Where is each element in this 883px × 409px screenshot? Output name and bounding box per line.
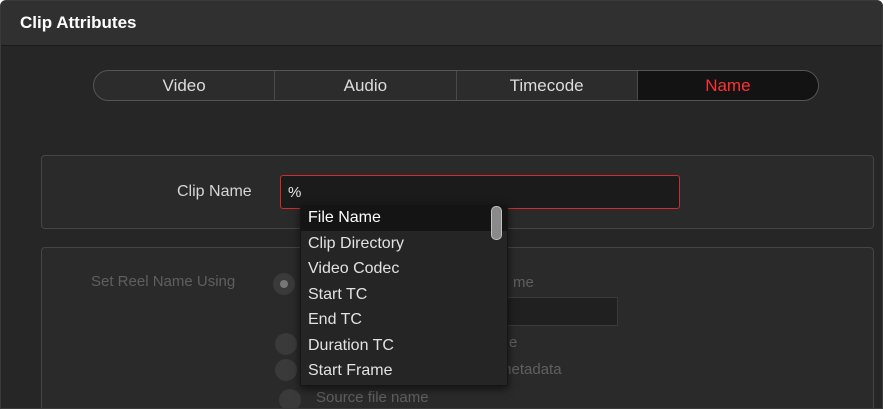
reel-option-fragment: me <box>513 274 534 291</box>
radio-dot <box>280 280 288 288</box>
dropdown-scrollbar[interactable] <box>491 206 502 240</box>
tab-name[interactable]: Name <box>637 71 818 100</box>
tab-video[interactable]: Video <box>94 71 276 100</box>
dropdown-item-duration-tc[interactable]: Duration TC <box>301 333 507 359</box>
dropdown-item-clip-directory[interactable]: Clip Directory <box>301 231 507 257</box>
clip-name-label: Clip Name <box>177 183 252 200</box>
reel-radio-2[interactable] <box>275 333 297 355</box>
reel-name-label: Set Reel Name Using <box>91 273 236 290</box>
dropdown-item-start-tc[interactable]: Start TC <box>301 282 507 308</box>
tab-bar: Video Audio Timecode Name <box>93 70 819 101</box>
dropdown-item-video-codec[interactable]: Video Codec <box>301 256 507 282</box>
reel-radio-source-file[interactable] <box>279 389 301 408</box>
dropdown-item-file-name[interactable]: File Name <box>301 205 507 231</box>
reel-option-fragment-3: metadata <box>499 361 562 378</box>
reel-option-fragment-2: e <box>509 334 518 351</box>
dropdown-item-end-tc[interactable]: End TC <box>301 307 507 333</box>
dialog-title: Clip Attributes <box>20 13 137 32</box>
dropdown-item-start-frame[interactable]: Start Frame <box>301 358 507 384</box>
metadata-dropdown: File Name Clip Directory Video Codec Sta… <box>300 204 508 386</box>
clip-attributes-dialog: Clip Attributes Video Audio Timecode Nam… <box>0 0 883 409</box>
reel-radio-1[interactable] <box>273 273 295 295</box>
tab-timecode[interactable]: Timecode <box>457 71 638 100</box>
title-bar: Clip Attributes <box>1 1 882 46</box>
reel-radio-3[interactable] <box>275 359 297 381</box>
tab-audio[interactable]: Audio <box>275 71 457 100</box>
reel-option-source-file: Source file name <box>316 389 429 406</box>
